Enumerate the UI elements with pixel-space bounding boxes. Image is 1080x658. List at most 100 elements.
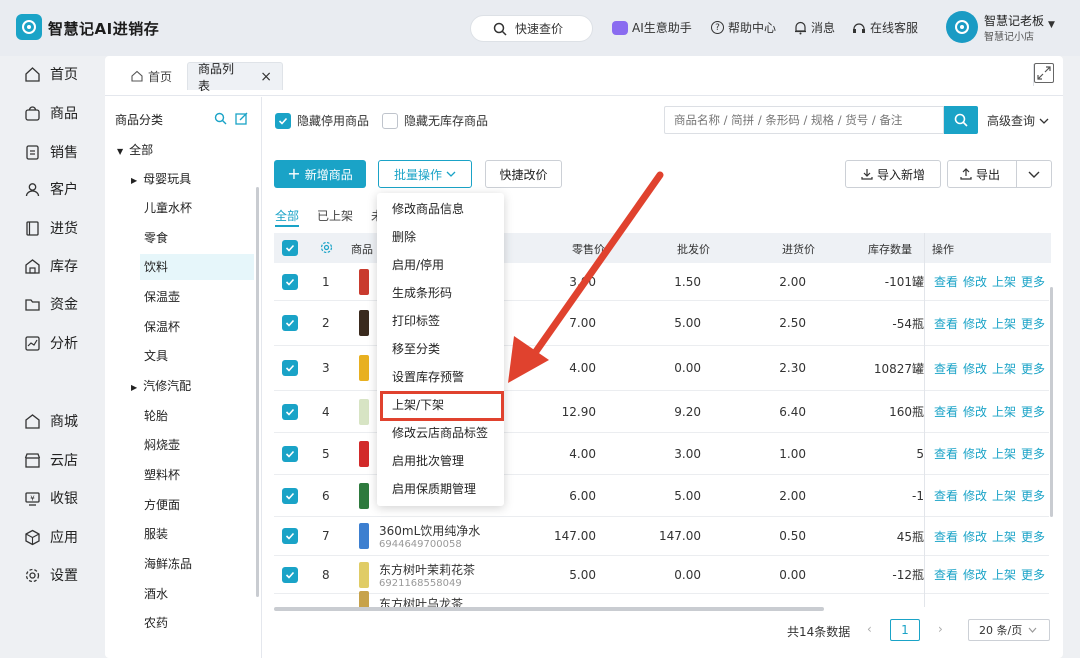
tab-product-list[interactable]: 商品列表 ×: [187, 62, 283, 93]
nav-cloud-store[interactable]: 云店: [24, 448, 78, 472]
user-name[interactable]: 智慧记老板: [984, 12, 1044, 29]
nav-settings[interactable]: 设置: [24, 563, 78, 587]
search-icon[interactable]: [214, 112, 227, 125]
next-page-icon[interactable]: ›: [938, 622, 943, 636]
row-op-link[interactable]: 上架: [992, 445, 1016, 462]
nav-cashier[interactable]: ¥ 收银: [24, 486, 78, 510]
category-item[interactable]: 海鲜冻品: [144, 551, 192, 577]
nav-funds[interactable]: 资金: [24, 292, 78, 316]
nav-sales[interactable]: 销售: [24, 140, 78, 164]
row-op-link[interactable]: 查看: [934, 360, 958, 377]
nav-customer[interactable]: 客户: [24, 177, 78, 201]
fullscreen-icon[interactable]: [1034, 63, 1054, 83]
row-op-link[interactable]: 更多: [1021, 360, 1045, 377]
nav-analysis[interactable]: 分析: [24, 331, 78, 355]
row-op-link[interactable]: 查看: [934, 528, 958, 545]
settings-gear-icon[interactable]: [320, 241, 333, 254]
batch-operation-button[interactable]: 批量操作: [378, 160, 472, 188]
row-op-link[interactable]: 更多: [1021, 445, 1045, 462]
category-item[interactable]: 保温壶: [144, 284, 180, 310]
row-op-link[interactable]: 上架: [992, 315, 1016, 332]
category-item[interactable]: 服装: [144, 521, 168, 547]
row-checkbox[interactable]: [282, 315, 298, 331]
category-item[interactable]: 焖烧壶: [144, 432, 180, 458]
row-op-link[interactable]: 查看: [934, 487, 958, 504]
product-name[interactable]: 东方树叶茉莉花茶: [379, 561, 475, 578]
row-op-link[interactable]: 查看: [934, 315, 958, 332]
batch-menu-item[interactable]: 生成条形码: [392, 283, 452, 303]
batch-menu-item[interactable]: 设置库存预警: [392, 367, 464, 387]
batch-menu-item[interactable]: 移至分类: [392, 339, 440, 359]
table-row[interactable]: 8 东方树叶茉莉花茶 6921168558049 5.00 0.00 0.00 -12瓶 查看…: [274, 556, 1049, 594]
close-icon[interactable]: ×: [260, 69, 272, 85]
row-op-link[interactable]: 查看: [934, 445, 958, 462]
advanced-search-toggle[interactable]: 高级查询: [987, 112, 1049, 129]
batch-menu-item[interactable]: 启用保质期管理: [392, 479, 476, 499]
row-op-link[interactable]: 更多: [1021, 273, 1045, 290]
category-item[interactable]: 方便面: [144, 492, 180, 518]
category-item[interactable]: 轮胎: [144, 403, 168, 429]
help-center-link[interactable]: ? 帮助中心: [711, 19, 776, 36]
row-checkbox[interactable]: [282, 487, 298, 504]
category-item[interactable]: ▶ 母婴玩具: [131, 166, 191, 192]
import-button[interactable]: 导入新增: [845, 160, 941, 188]
category-item[interactable]: 塑料杯: [144, 462, 180, 488]
edit-icon[interactable]: [235, 112, 248, 125]
row-op-link[interactable]: 修改: [963, 403, 987, 420]
category-item[interactable]: 保温杯: [144, 314, 180, 340]
batch-menu-item[interactable]: 启用批次管理: [392, 451, 464, 471]
row-op-link[interactable]: 上架: [992, 273, 1016, 290]
row-checkbox[interactable]: [282, 445, 298, 462]
search-button[interactable]: [944, 106, 978, 134]
row-checkbox[interactable]: [282, 273, 298, 290]
category-item[interactable]: 酒水: [144, 581, 168, 607]
nav-purchase[interactable]: 进货: [24, 216, 78, 240]
nav-inventory[interactable]: 库存: [24, 254, 78, 278]
row-op-link[interactable]: 修改: [963, 487, 987, 504]
row-op-link[interactable]: 查看: [934, 403, 958, 420]
hide-no-stock-checkbox[interactable]: 隐藏无库存商品: [382, 112, 488, 129]
row-op-link[interactable]: 修改: [963, 566, 987, 583]
row-checkbox[interactable]: [282, 360, 298, 376]
export-button[interactable]: 导出: [947, 160, 1052, 188]
row-op-link[interactable]: 更多: [1021, 528, 1045, 545]
row-op-link[interactable]: 上架: [992, 566, 1016, 583]
row-op-link[interactable]: 修改: [963, 360, 987, 377]
status-tab-all[interactable]: 全部: [275, 207, 299, 224]
category-item[interactable]: 儿童水杯: [144, 195, 192, 221]
category-root[interactable]: ▼ 全部: [117, 137, 153, 163]
ai-assistant-link[interactable]: AI生意助手: [612, 19, 692, 36]
batch-menu-item[interactable]: 启用/停用: [392, 255, 444, 275]
row-op-link[interactable]: 更多: [1021, 403, 1045, 420]
caret-down-icon[interactable]: ▼: [1048, 20, 1055, 30]
category-item[interactable]: ▶ 汽修汽配: [131, 373, 191, 399]
product-name[interactable]: 360mL饮用纯净水: [379, 522, 480, 539]
category-item-selected[interactable]: 饮料: [140, 254, 254, 280]
avatar[interactable]: [946, 11, 978, 43]
row-checkbox[interactable]: [282, 403, 298, 420]
category-item[interactable]: 文具: [144, 343, 168, 369]
row-op-link[interactable]: 更多: [1021, 566, 1045, 583]
row-op-link[interactable]: 修改: [963, 273, 987, 290]
table-row[interactable]: 东方树叶乌龙茶: [274, 590, 1049, 607]
row-op-link[interactable]: 更多: [1021, 487, 1045, 504]
nav-home[interactable]: 首页: [24, 62, 78, 86]
table-vscroll[interactable]: [1050, 287, 1053, 517]
prev-page-icon[interactable]: ‹: [867, 622, 872, 636]
chevron-down-icon[interactable]: [1028, 171, 1040, 178]
page-number[interactable]: 1: [890, 619, 920, 641]
batch-menu-item[interactable]: 打印标签: [392, 311, 440, 331]
page-size-select[interactable]: 20 条/页: [968, 619, 1050, 641]
row-op-link[interactable]: 上架: [992, 487, 1016, 504]
row-op-link[interactable]: 上架: [992, 360, 1016, 377]
scrollbar[interactable]: [256, 187, 259, 597]
category-item[interactable]: 农药: [144, 610, 168, 636]
quick-price-button[interactable]: 快捷改价: [485, 160, 562, 188]
quick-price-search[interactable]: 快速查价: [470, 15, 593, 42]
select-all-checkbox[interactable]: [282, 240, 298, 256]
batch-menu-item[interactable]: 修改云店商品标签: [392, 423, 488, 443]
row-op-link[interactable]: 上架: [992, 403, 1016, 420]
row-op-link[interactable]: 修改: [963, 445, 987, 462]
category-item[interactable]: 零食: [144, 225, 168, 251]
batch-menu-item[interactable]: 删除: [392, 227, 416, 247]
